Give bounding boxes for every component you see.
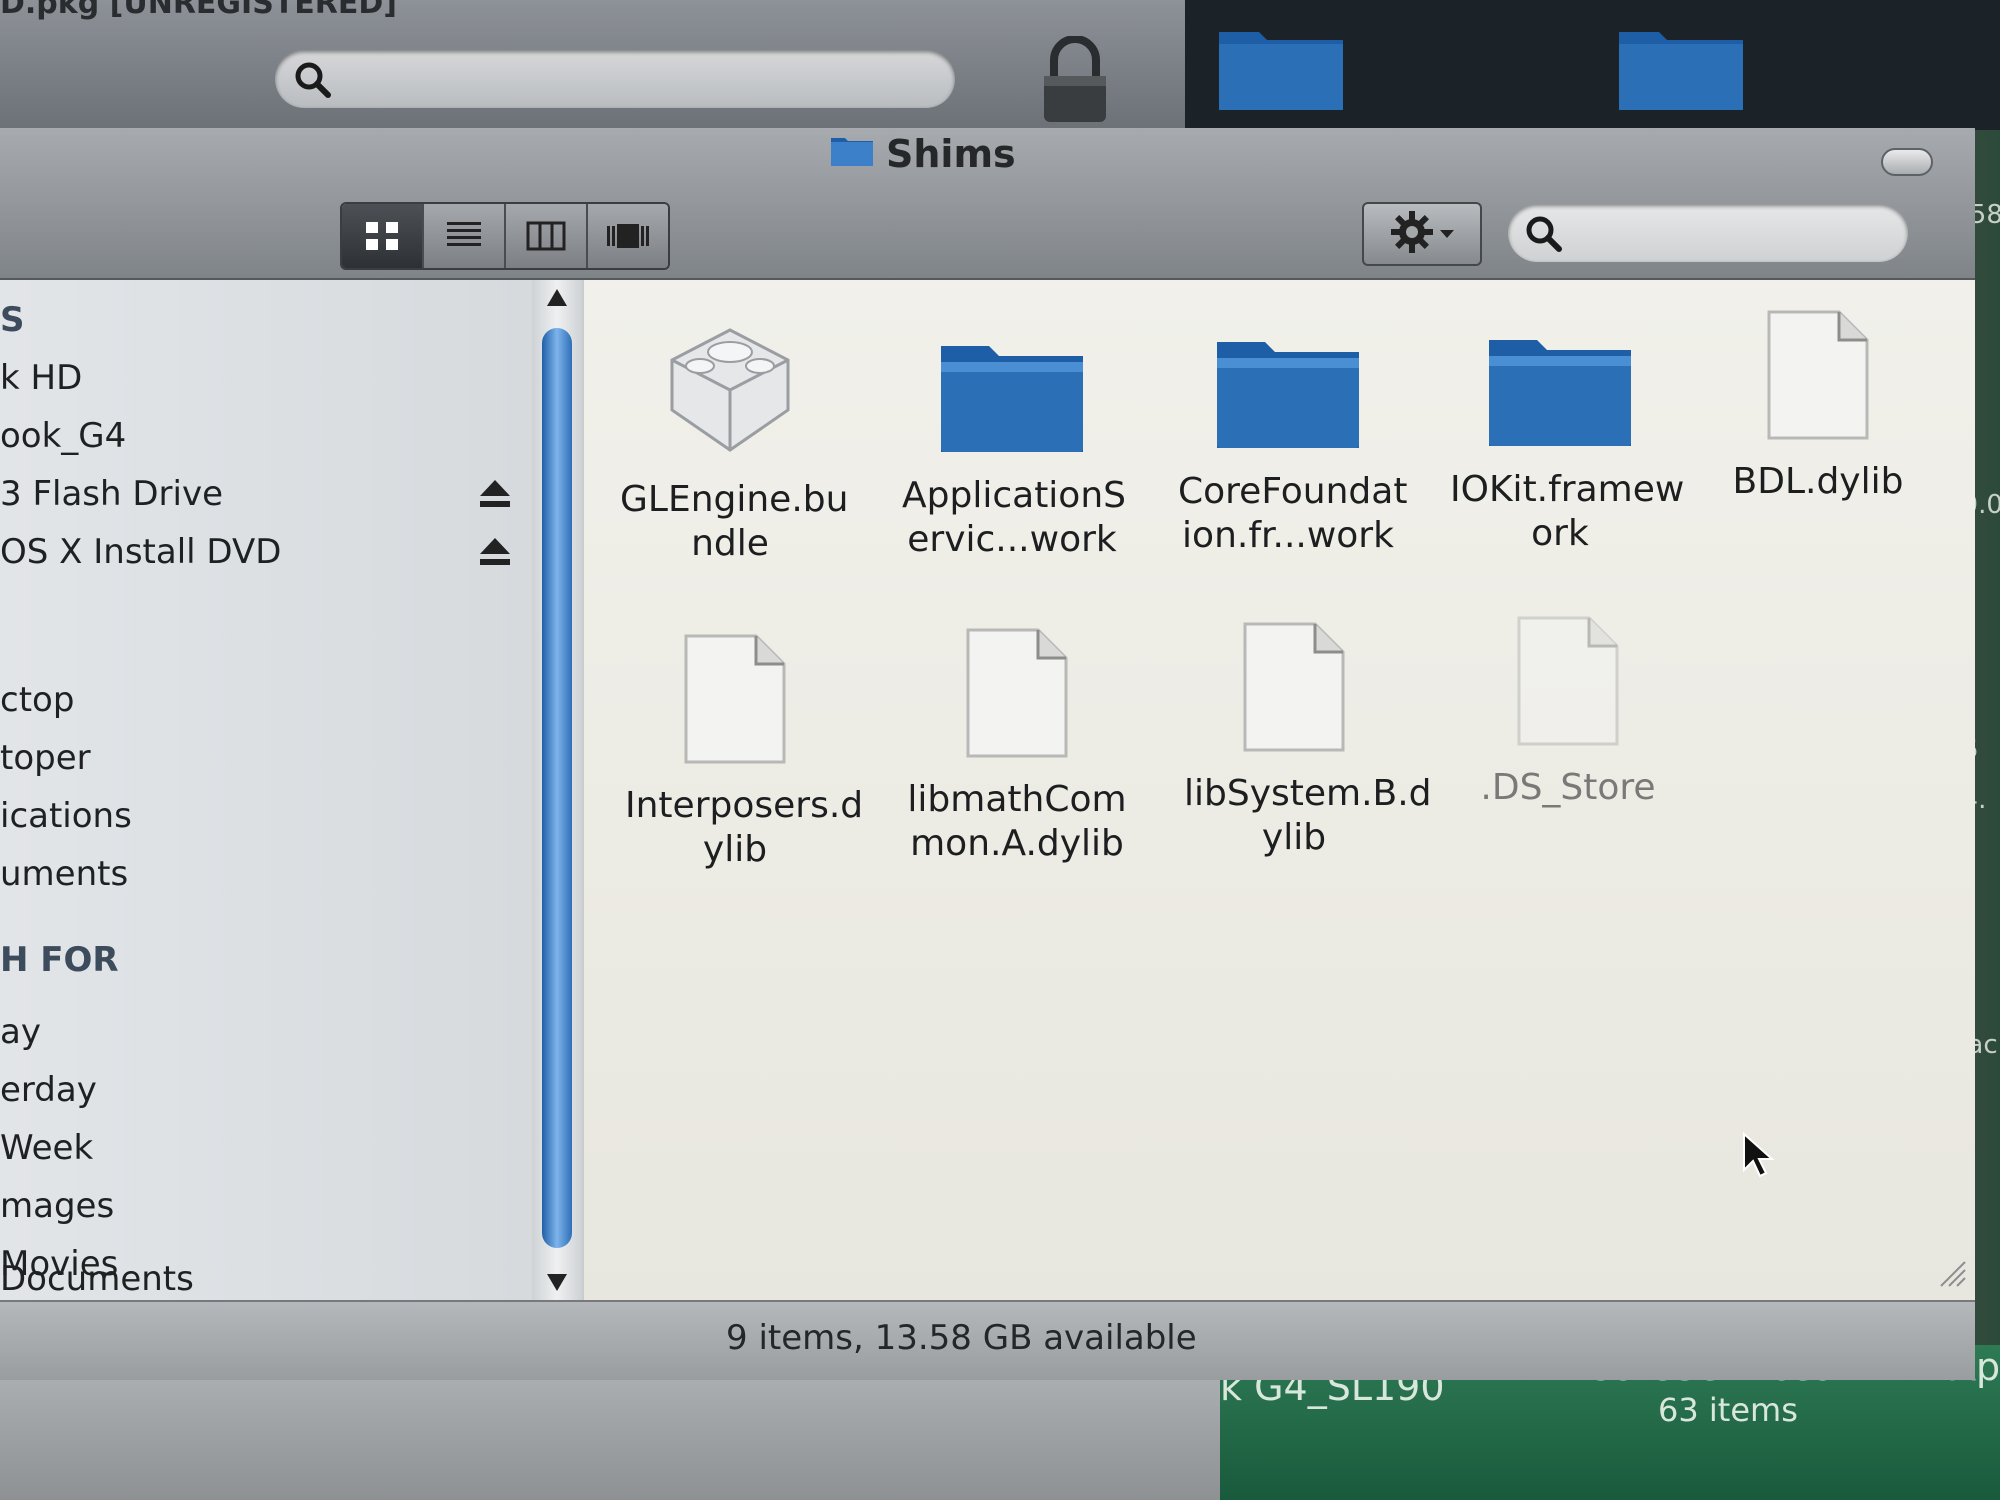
eject-icon[interactable] [478,536,512,572]
document-icon [1243,622,1345,752]
background-desktop-area [1185,0,2000,140]
gear-icon [1389,209,1435,259]
eject-icon[interactable] [478,478,512,514]
sidebar-item-all-images[interactable]: mages [0,1186,114,1226]
window-title: Shims [886,132,1016,176]
icon-view-button[interactable] [342,204,424,268]
search-icon [1524,214,1564,258]
list-icon [447,222,481,246]
file-label: ApplicationS ervic...work [902,475,1126,560]
file-label: CoreFoundat ion.fr...work [1178,471,1408,556]
search-icon [293,60,333,104]
file-label: BDL.dylib [1732,461,1904,502]
sidebar-item-install-dvd[interactable]: OS X Install DVD [0,532,281,572]
file-label: IOKit.framew ork [1450,469,1685,554]
sidebar-item-hd[interactable]: k HD [0,358,82,398]
status-text: 9 items, 13.58 GB available [726,1318,1197,1358]
sidebar-item-desktop[interactable]: ctop [0,680,74,720]
file-label: GLEngine.bu ndle [620,479,849,564]
file-label: Interposers.d ylib [625,785,864,870]
view-mode-selector [340,202,670,270]
file-item[interactable]: .DS_Store [1458,614,1678,810]
document-icon [966,628,1068,758]
folder-icon [1489,340,1631,446]
sidebar-item-applications[interactable]: ications [0,796,132,836]
scrollbar-thumb[interactable] [542,328,572,1248]
sidebar-item-past-week[interactable]: Week [0,1128,93,1168]
action-menu-button[interactable] [1362,202,1482,266]
background-window-title: D.pkg [UNREGISTERED] [0,0,397,21]
file-label: .DS_Store [1480,767,1656,808]
file-item[interactable]: libSystem.B.d ylib [1184,620,1432,860]
sidebar-item-ibook[interactable]: ook_G4 [0,416,126,456]
file-item[interactable]: GLEngine.bu ndle [620,320,849,566]
sidebar-item-home[interactable]: toper [0,738,91,778]
columns-icon [526,221,566,251]
bundle-icon [670,328,790,452]
resize-grip-icon[interactable] [1937,1258,1967,1292]
window-title-bar: Shims [830,128,1016,180]
mouse-pointer-icon [1742,1131,1776,1182]
folder-item-count: 63 items [1658,1391,1798,1429]
sidebar-item-yesterday[interactable]: erday [0,1070,97,1110]
document-icon [1767,310,1869,440]
sidebar-item-flash-drive[interactable]: 3 Flash Drive [0,474,223,514]
file-item[interactable]: CoreFoundat ion.fr...work [1178,328,1408,558]
sidebar: S k HD ook_G4 3 Flash Drive OS X Install… [0,280,532,1300]
background-search-field[interactable] [275,50,955,108]
sidebar-item-documents[interactable]: uments [0,854,128,894]
folder-icon [941,346,1083,452]
chevron-down-icon [1439,225,1455,244]
file-item[interactable]: ApplicationS ervic...work [902,332,1126,562]
file-item[interactable]: BDL.dylib [1708,308,1928,504]
grid-icon [366,222,398,250]
toolbar-toggle-button[interactable] [1881,148,1933,176]
column-view-button[interactable] [506,204,588,268]
folder-icon[interactable] [1215,18,1347,118]
status-bar: 9 items, 13.58 GB available [0,1300,1975,1380]
sidebar-item-today[interactable]: ay [0,1012,41,1052]
search-field[interactable] [1508,204,1908,262]
lock-icon[interactable] [1040,35,1110,124]
file-label: libSystem.B.d ylib [1184,773,1432,858]
scroll-down-arrow-icon[interactable] [544,1270,570,1294]
document-icon [684,634,786,764]
folder-icon [830,132,874,176]
sidebar-scrollbar[interactable] [532,280,582,1300]
finder-window: Shims S k HD ook_G4 3 Flash Drive OS X I… [0,128,1975,1380]
folder-icon [1217,342,1359,448]
cover-flow-view-button[interactable] [588,204,668,268]
window-toolbar: Shims [0,128,1975,280]
folder-icon[interactable] [1615,18,1747,118]
file-item[interactable]: IOKit.framew ork [1450,326,1685,556]
file-item[interactable]: Interposers.d ylib [625,632,864,872]
sidebar-search-for-header: H FOR [0,940,119,980]
scroll-up-arrow-icon[interactable] [544,286,570,310]
sidebar-devices-header: S [0,300,25,340]
cover-flow-icon [607,224,649,248]
file-label: libmathCom mon.A.dylib [907,779,1127,864]
background-window-toolbar: D.pkg [UNREGISTERED] [0,0,1185,130]
document-icon [1517,616,1619,746]
file-item[interactable]: libmathCom mon.A.dylib [907,626,1127,866]
list-view-button[interactable] [424,204,506,268]
